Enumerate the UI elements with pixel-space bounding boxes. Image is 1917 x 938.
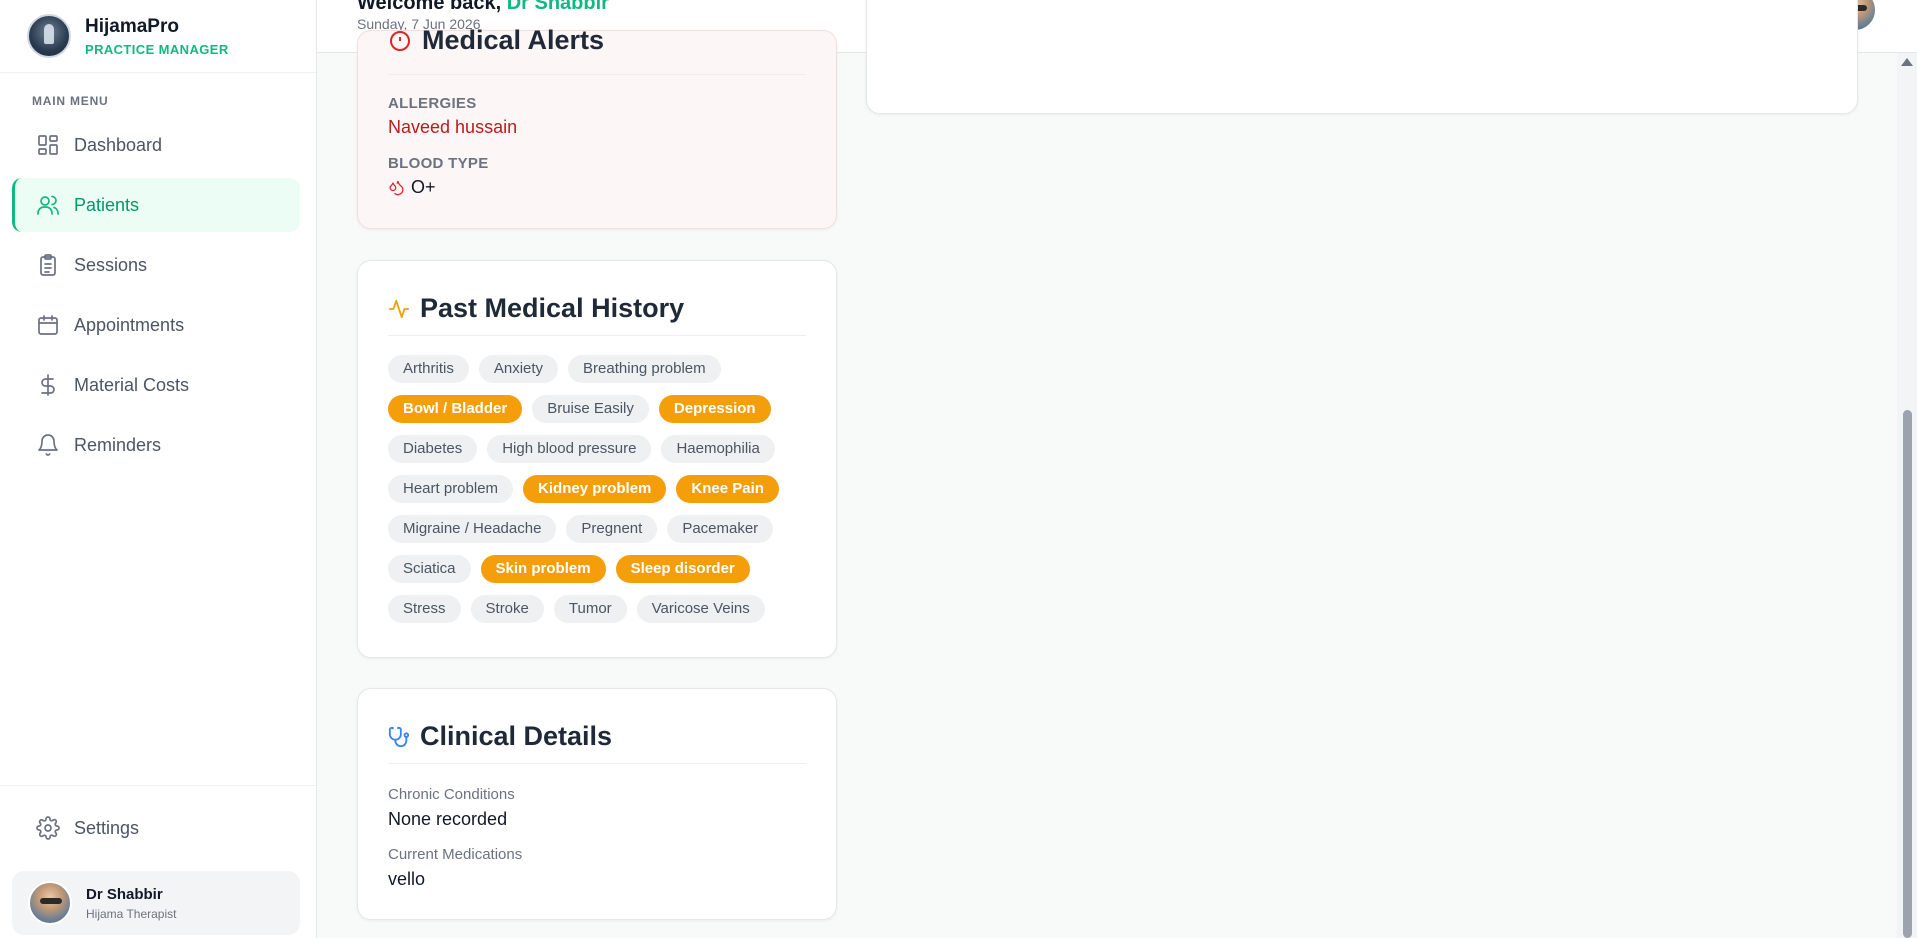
user-info: Dr Shabbir Hijama Therapist (86, 886, 176, 921)
sidebar-item-label: Dashboard (74, 134, 163, 155)
medical-alerts-card: Medical Alerts ALLERGIES Naveed hussain … (357, 25, 837, 229)
sidebar-item-patients[interactable]: Patients (12, 178, 300, 232)
condition-chip[interactable]: Pacemaker (667, 515, 774, 543)
logo (27, 14, 71, 58)
condition-chip[interactable]: Knee Pain (676, 475, 779, 503)
sidebar: HijamaPro PRACTICE MANAGER MAIN MENU Das… (0, 0, 317, 938)
chip-row: Diabetes High blood pressure Haemophilia (388, 435, 818, 463)
condition-chip[interactable]: Breathing problem (568, 355, 721, 383)
card-divider (388, 335, 806, 336)
blood-type-label: BLOOD TYPE (388, 155, 489, 172)
condition-chip[interactable]: Haemophilia (661, 435, 775, 463)
dollar-icon (41, 374, 55, 396)
sidebar-item-dashboard[interactable]: Dashboard (12, 118, 300, 172)
card-title: Medical Alerts (422, 25, 605, 55)
users-icon (37, 195, 59, 215)
brand-text: HijamaPro PRACTICE MANAGER (85, 16, 229, 57)
activity-icon (388, 299, 410, 318)
user-name: Dr Shabbir (86, 885, 163, 903)
blood-type-value: O+ (411, 177, 436, 197)
condition-chip[interactable]: Stroke (470, 595, 544, 623)
welcome-name: Dr Shabbir (506, 0, 609, 14)
chip-row: Stress Stroke Tumor Varicose Veins (388, 595, 818, 623)
condition-chips: Arthritis Anxiety Breathing problem Bowl / … (388, 355, 818, 635)
calendar-icon (38, 315, 58, 335)
stethoscope-icon (388, 726, 410, 747)
brand-name: HijamaPro (85, 15, 179, 37)
current-medications-value: vello (388, 869, 426, 889)
condition-chip[interactable]: High blood pressure (487, 435, 652, 463)
sidebar-item-reminders[interactable]: Reminders (12, 418, 300, 472)
dashboard-icon (38, 135, 58, 155)
user-role: Hijama Therapist (86, 906, 177, 921)
chronic-conditions-label: Chronic Conditions (388, 786, 515, 803)
brand-subtitle: PRACTICE MANAGER (85, 41, 229, 57)
condition-chip[interactable]: Tumor (553, 595, 627, 623)
sidebar-item-label: Appointments (74, 314, 185, 335)
card-header: Clinical Details (388, 721, 612, 752)
blood-type-value-row: O+ (388, 177, 436, 198)
chip-row: Sciatica Skin problem Sleep disorder (388, 555, 818, 583)
chip-row: Bowl / Bladder Bruise Easily Depression (388, 395, 818, 423)
scroll-up-arrow[interactable] (1901, 58, 1913, 66)
current-medications-label: Current Medications (388, 846, 523, 863)
sidebar-item-label: Settings (74, 817, 140, 838)
menu-title: MAIN MENU (32, 94, 109, 108)
clinical-details-card: Clinical Details Chronic Conditions None… (357, 688, 837, 920)
welcome-prefix: Welcome back, (357, 0, 502, 14)
sidebar-item-settings[interactable]: Settings (12, 801, 300, 855)
condition-chip[interactable]: Skin problem (480, 555, 606, 583)
chip-row: Arthritis Anxiety Breathing problem (388, 355, 818, 383)
condition-chip[interactable]: Bowl / Bladder (388, 395, 523, 423)
card-title: Past Medical History (420, 293, 685, 323)
user-profile-card[interactable]: Dr Shabbir Hijama Therapist (12, 871, 300, 935)
chip-row: Migraine / Headache Pregnent Pacemaker (388, 515, 818, 543)
condition-chip[interactable]: Diabetes (388, 435, 478, 463)
droplets-icon (389, 180, 404, 196)
condition-chip[interactable]: Arthritis (388, 355, 469, 383)
condition-chip[interactable]: Kidney problem (523, 475, 667, 503)
sidebar-item-label: Reminders (74, 434, 162, 455)
condition-chip[interactable]: Sleep disorder (615, 555, 750, 583)
condition-chip[interactable]: Migraine / Headache (388, 515, 557, 543)
condition-chip[interactable]: Varicose Veins (636, 595, 765, 623)
condition-chip[interactable]: Depression (658, 395, 771, 423)
sidebar-bottom-divider (0, 785, 316, 786)
right-panel-card (866, 0, 1858, 114)
main-nav: Dashboard Patients Sessions Appointments… (12, 118, 300, 478)
welcome-message: Welcome back, Dr Shabbir (357, 0, 609, 15)
allergies-label: ALLERGIES (388, 95, 477, 112)
chip-row: Heart problem Kidney problem Knee Pain (388, 475, 818, 503)
condition-chip[interactable]: Sciatica (388, 555, 471, 583)
card-divider (388, 763, 806, 764)
chronic-conditions-value: None recorded (388, 809, 508, 829)
sidebar-item-appointments[interactable]: Appointments (12, 298, 300, 352)
scrollbar-thumb[interactable] (1903, 410, 1912, 938)
past-medical-history-card: Past Medical History Arthritis Anxiety Bre… (357, 260, 837, 658)
card-header: Medical Alerts (388, 25, 604, 56)
sidebar-item-label: Patients (74, 194, 140, 215)
avatar (28, 881, 72, 925)
alert-icon (390, 30, 410, 51)
card-header: Past Medical History (388, 293, 684, 324)
bell-icon (38, 434, 58, 456)
condition-chip[interactable]: Pregnent (566, 515, 658, 543)
card-title: Clinical Details (420, 721, 613, 751)
sidebar-item-label: Material Costs (74, 374, 190, 395)
sidebar-item-label: Sessions (74, 254, 148, 275)
condition-chip[interactable]: Stress (388, 595, 461, 623)
card-divider (388, 74, 806, 75)
allergies-value: Naveed hussain (388, 117, 518, 137)
brand[interactable]: HijamaPro PRACTICE MANAGER (0, 0, 316, 73)
gear-icon (36, 816, 60, 840)
condition-chip[interactable]: Bruise Easily (532, 395, 649, 423)
condition-chip[interactable]: Heart problem (388, 475, 514, 503)
sidebar-item-material-costs[interactable]: Material Costs (12, 358, 300, 412)
sidebar-item-sessions[interactable]: Sessions (12, 238, 300, 292)
condition-chip[interactable]: Anxiety (478, 355, 559, 383)
clipboard-icon (40, 254, 56, 276)
